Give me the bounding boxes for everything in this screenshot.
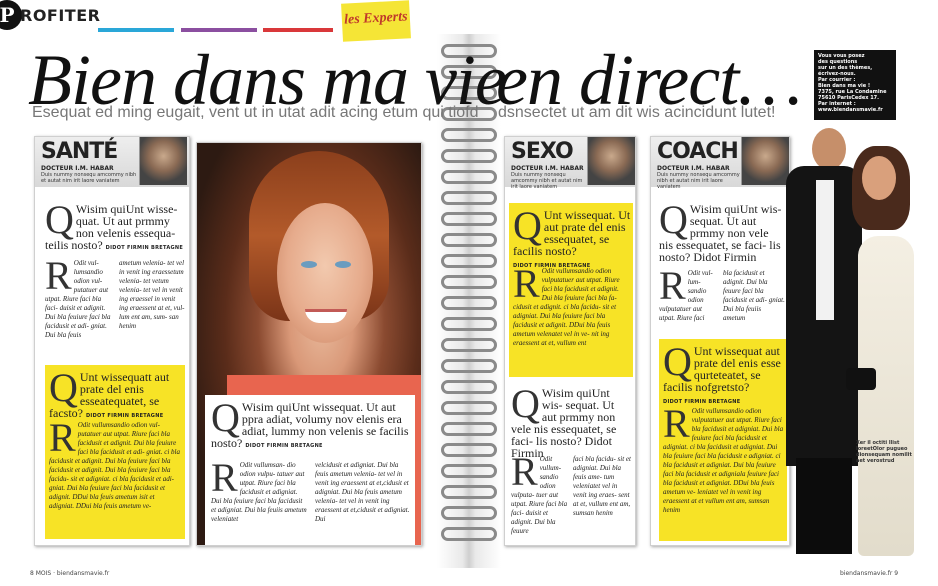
subtitle-right: dsnsectet ut am dit wis acincidunt lutet… <box>498 104 776 121</box>
couple-photo: Xer il octiti llist loreetOlor pugueo di… <box>786 128 918 558</box>
sante-title: SANTÉ <box>41 139 118 164</box>
spiral-ring <box>441 527 497 541</box>
footer-right: biendansmavie.fr 9 <box>840 570 899 577</box>
spiral-ring <box>441 212 497 226</box>
sexo-header: SEXO DOCTEUR I.M. HABAR Duis nummy nonse… <box>505 137 635 190</box>
photo-answer-2: velcidusit et adigniat. Dui bla feuis am… <box>315 461 410 523</box>
clutch-bag <box>846 368 876 390</box>
coach-answer-1: R Odit vul- lum- sandio odion vulputatuer… <box>659 263 713 323</box>
photo-eye-left <box>301 261 317 268</box>
spiral-ring <box>441 401 497 415</box>
coach-yellow-box: Q Unt wissequat aut prate del enis esse q… <box>659 339 787 541</box>
man-legs <box>796 458 852 554</box>
color-bar-blue <box>98 28 174 32</box>
spiral-ring <box>441 128 497 142</box>
woman-face <box>862 156 896 200</box>
spiral-ring <box>441 464 497 478</box>
color-bar-red <box>263 28 333 32</box>
sante-doctor-sub: Duis nummy nonsequ amcommy nibh et autat… <box>41 172 137 184</box>
coach-question-2: Q Unt wissequat aut prate del enis esse q… <box>663 339 781 406</box>
coach-header: COACH DOCTEUR I.M. HABAR Duis nummy nons… <box>651 137 789 190</box>
coach-question-1: Q Wisim quiUnt wis- sequat. Ut aut prmmy … <box>659 197 782 264</box>
section-badge: P <box>0 0 22 30</box>
subtitle-left: Esequat ed ming eugait, vent ut in utat … <box>32 104 479 121</box>
sante-answer-2: R Odit vullumsandio odion vul- putatuer a… <box>49 415 180 511</box>
coach-answer-1b: bla facidusit et adignit. Dui bla feuure… <box>723 269 785 322</box>
sante-header: SANTÉ DOCTEUR I.M. HABAR Duis nummy nons… <box>35 137 189 187</box>
spiral-ring <box>441 338 497 352</box>
celebrity-photo: Q Wisim quiUnt wissequat. Ut aut ppra adi… <box>196 142 422 546</box>
spiral-ring <box>441 170 497 184</box>
sante-column: SANTÉ DOCTEUR I.M. HABAR Duis nummy nons… <box>34 136 190 546</box>
sante-question-1: Q Wisim quiUnt wisse- quat. Ut aut prmmy … <box>45 197 184 252</box>
spiral-ring <box>441 254 497 268</box>
spiral-ring <box>441 233 497 247</box>
woman-dress <box>858 236 914 556</box>
top-bar <box>0 0 938 30</box>
color-bar-purple <box>181 28 257 32</box>
doctor-avatar <box>139 137 187 185</box>
sexo-doctor-sub: Duis nummy nonsequ amcommy nibh et autat… <box>511 172 583 190</box>
contact-box: Vous vous posez des questions sur un des t… <box>814 50 896 120</box>
spiral-ring <box>441 422 497 436</box>
photo-textbox: Q Wisim quiUnt wissequat. Ut aut ppra adi… <box>205 395 415 545</box>
sante-answer-1: R Odit vul- lumsandio odion vul- putatuer… <box>45 253 111 340</box>
sante-doctor: DOCTEUR I.M. HABAR <box>41 165 114 172</box>
section-header: P ROFITER <box>0 0 100 30</box>
spiral-ring <box>441 149 497 163</box>
man-shirt <box>816 180 834 320</box>
sexo-yellow-box: Q Unt wissequat. Ut aut prate del enis es… <box>509 203 633 377</box>
coach-column: COACH DOCTEUR I.M. HABAR Duis nummy nons… <box>650 136 790 546</box>
sexo-column: SEXO DOCTEUR I.M. HABAR Duis nummy nonse… <box>504 136 636 546</box>
contact-line: www.biendansmavie.fr <box>818 107 883 113</box>
spiral-ring <box>441 191 497 205</box>
spiral-ring <box>441 317 497 331</box>
man-head <box>812 128 846 170</box>
coach-answer-2: R Odit vullumsandio odion vulputatuer aut… <box>663 401 784 515</box>
photo-answer-1: R Odit vullumsan- dio odion vulpu- tatuer… <box>211 455 307 524</box>
experts-tag: les Experts <box>341 0 411 42</box>
photo-caption: Xer il octiti llist loreetOlor pugueo di… <box>856 440 912 464</box>
spiral-ring <box>441 506 497 520</box>
coach-title: COACH <box>657 139 739 164</box>
sante-yellow-box: Q Unt wissequatt aut prate del enis essea… <box>45 365 185 539</box>
spiral-ring <box>441 296 497 310</box>
footer-left: 8 MOIS · biendansmavie.fr <box>30 570 110 577</box>
sexo-answer-2: R Odit vullum- sandio odion vulputa- tuer… <box>511 449 568 536</box>
spiral-ring <box>441 275 497 289</box>
sexo-title: SEXO <box>511 139 574 164</box>
coach-doctor-sub: Duis nummy nonsequ amcommy nibh et autat… <box>657 172 740 190</box>
sante-answer-1b: ametum velenia- tet vel in venit ing era… <box>119 259 185 330</box>
coach-doctor: DOCTEUR I.M. HABAR <box>657 165 730 172</box>
spiral-ring <box>441 359 497 373</box>
sexo-answer-1: R Odit vullumsandio odion vulputatuer aut… <box>513 261 620 348</box>
spiral-ring <box>441 443 497 457</box>
doctor-avatar <box>741 137 789 185</box>
sexo-doctor: DOCTEUR I.M. HABAR <box>511 165 584 172</box>
photo-question: Q Wisim quiUnt wissequat. Ut aut ppra adi… <box>211 395 409 450</box>
section-title: ROFITER <box>20 6 101 25</box>
photo-eye-right <box>335 261 351 268</box>
spiral-ring <box>441 380 497 394</box>
sexo-answer-2b: faci bla facidu- sit et adigniat. Dui bl… <box>573 455 631 517</box>
doctor-avatar <box>587 137 635 185</box>
spiral-ring <box>441 485 497 499</box>
